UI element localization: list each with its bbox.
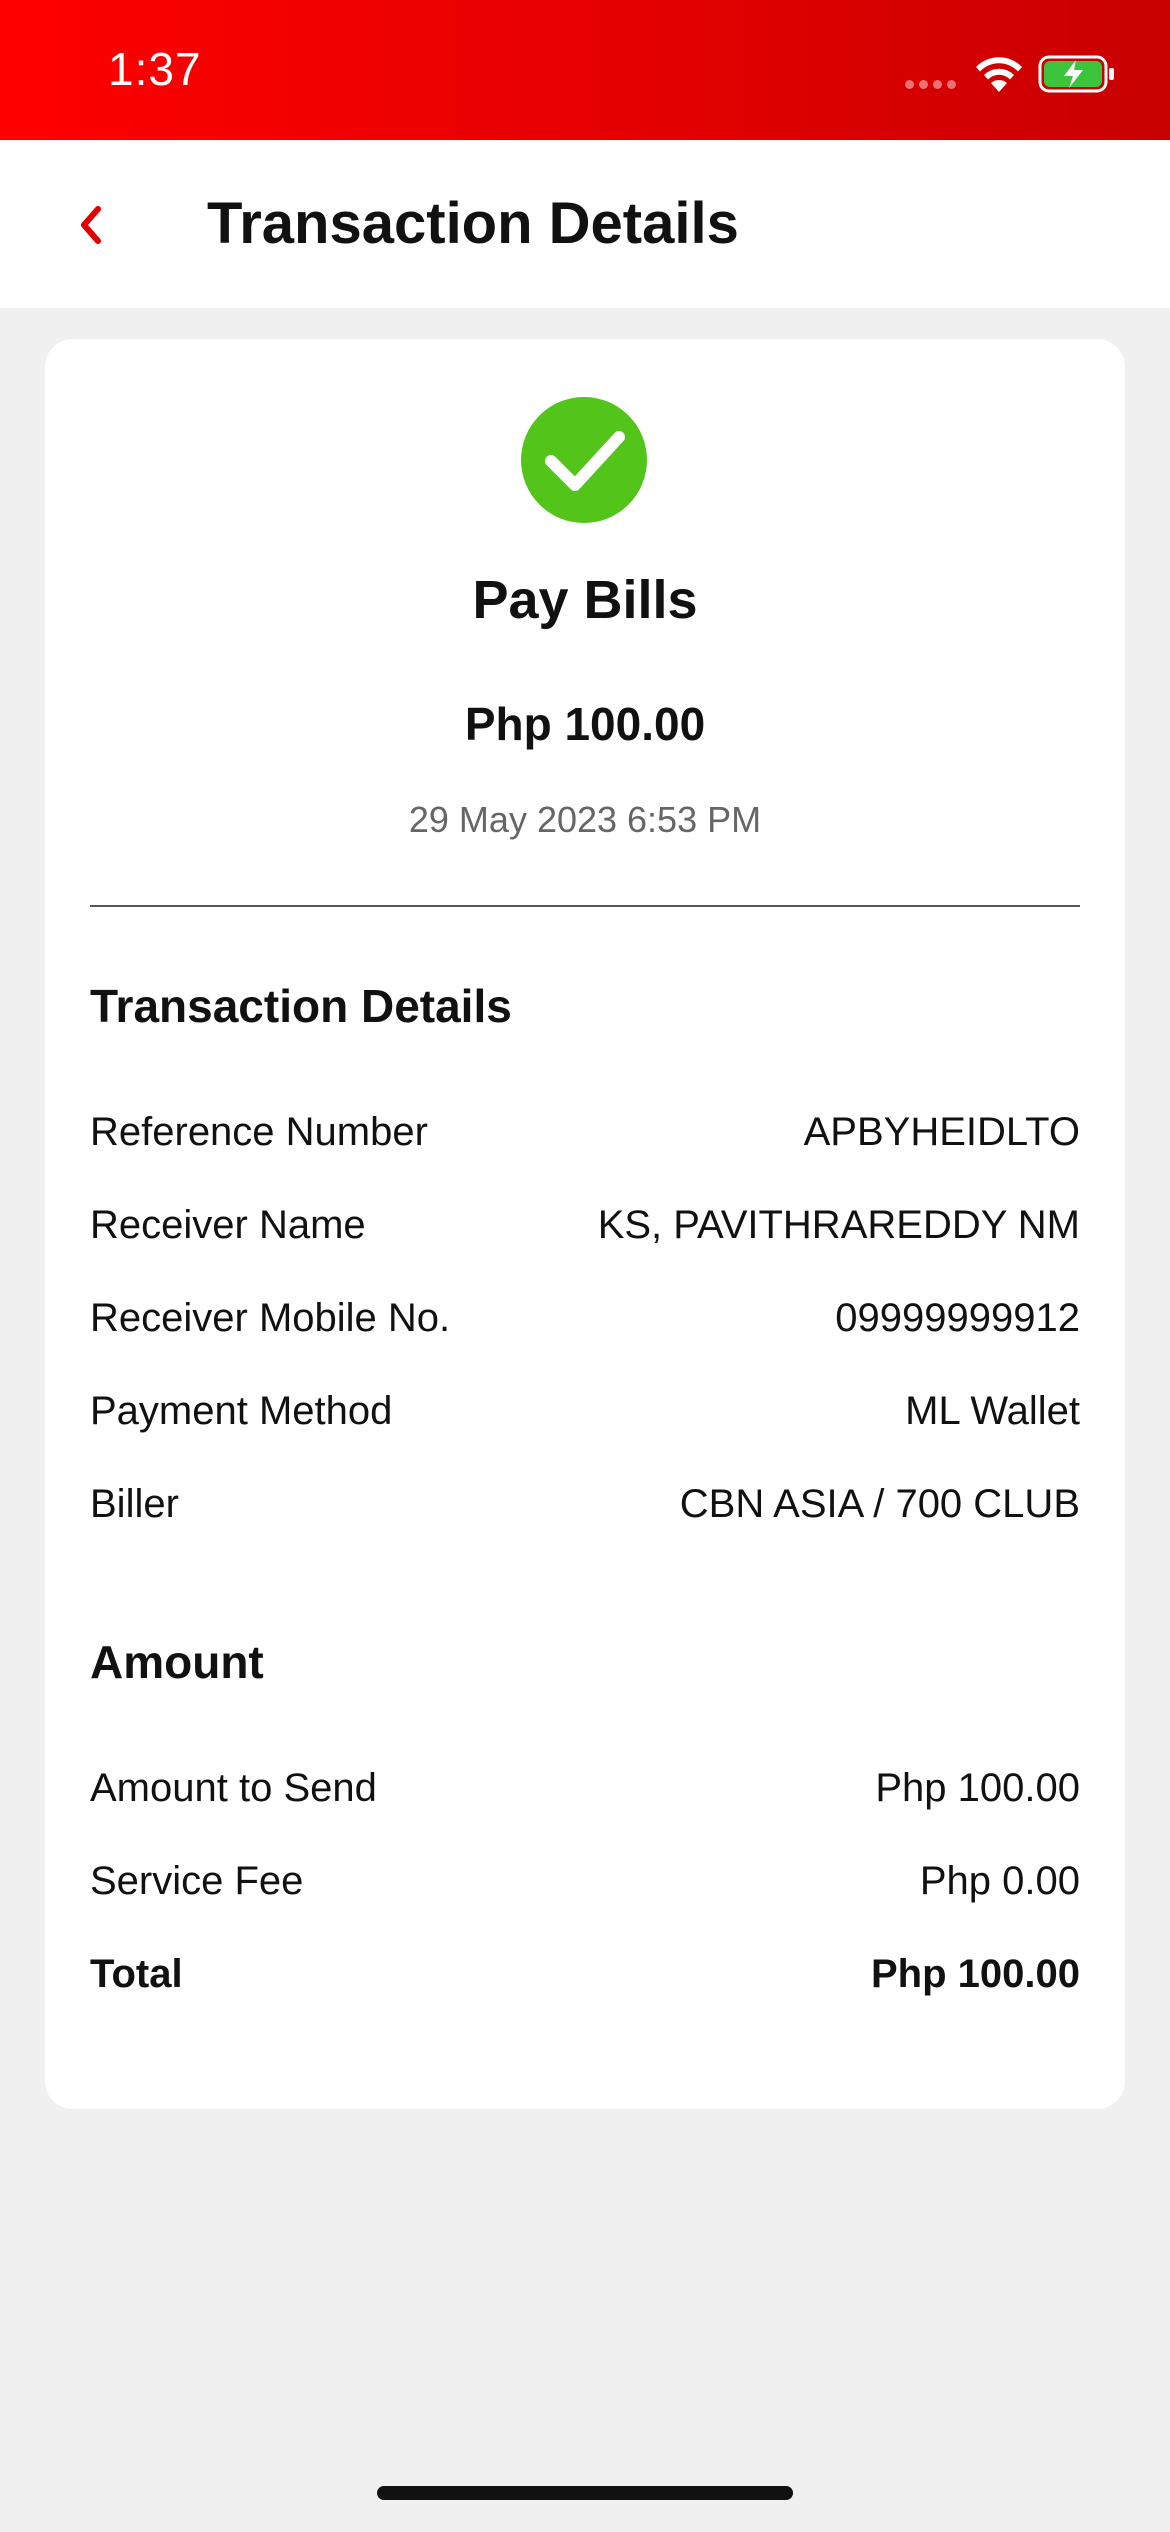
detail-row-receiver-mobile: Receiver Mobile No. 09999999912 <box>90 1288 1080 1348</box>
detail-value: KS, PAVITHRAREDDY NM <box>597 1202 1080 1247</box>
amount-value: Php 100.00 <box>875 1765 1080 1810</box>
page-title: Transaction Details <box>207 191 739 256</box>
chevron-left-icon <box>81 206 101 244</box>
wifi-icon <box>976 57 1022 92</box>
transaction-amount: Php 100.00 <box>464 698 706 750</box>
amount-heading: Amount <box>90 1636 264 1688</box>
detail-row-reference-number: Reference Number APBYHEIDLTO <box>90 1102 1080 1162</box>
navigation-bar: Transaction Details <box>0 140 1170 308</box>
detail-label: Biller <box>90 1481 179 1526</box>
amount-row-amount-to-send: Amount to Send Php 100.00 <box>90 1758 1080 1818</box>
status-bar: 1:37 <box>0 0 1170 140</box>
transaction-datetime: 29 May 2023 6:53 PM <box>408 799 762 840</box>
detail-value: CBN ASIA / 700 CLUB <box>679 1481 1080 1526</box>
detail-row-receiver-name: Receiver Name KS, PAVITHRAREDDY NM <box>90 1195 1080 1255</box>
transaction-receipt-card: Pay Bills Php 100.00 29 May 2023 6:53 PM… <box>45 339 1125 2109</box>
detail-label: Reference Number <box>90 1109 428 1154</box>
detail-value: APBYHEIDLTO <box>803 1109 1080 1154</box>
amount-label: Service Fee <box>90 1858 304 1903</box>
detail-label: Receiver Name <box>90 1202 366 1247</box>
detail-label: Payment Method <box>90 1388 393 1433</box>
home-indicator[interactable] <box>377 2486 793 2500</box>
status-time: 1:37 <box>108 43 202 95</box>
cellular-signal-icon <box>905 80 956 89</box>
amount-label: Total <box>90 1951 183 1996</box>
detail-value: 09999999912 <box>835 1295 1080 1340</box>
amount-row-total: Total Php 100.00 <box>90 1944 1080 2004</box>
transaction-type: Pay Bills <box>472 570 698 630</box>
amount-label: Amount to Send <box>90 1765 377 1810</box>
battery-charging-icon <box>1038 55 1114 93</box>
back-button[interactable] <box>60 180 120 270</box>
detail-row-payment-method: Payment Method ML Wallet <box>90 1381 1080 1441</box>
amount-value: Php 100.00 <box>870 1951 1080 1996</box>
detail-value: ML Wallet <box>905 1388 1080 1433</box>
transaction-details-heading: Transaction Details <box>90 980 512 1032</box>
check-circle-icon <box>521 397 647 523</box>
divider <box>90 905 1080 907</box>
detail-label: Receiver Mobile No. <box>90 1295 451 1340</box>
amount-row-service-fee: Service Fee Php 0.00 <box>90 1851 1080 1911</box>
amount-value: Php 0.00 <box>919 1858 1080 1903</box>
detail-row-biller: Biller CBN ASIA / 700 CLUB <box>90 1474 1080 1534</box>
